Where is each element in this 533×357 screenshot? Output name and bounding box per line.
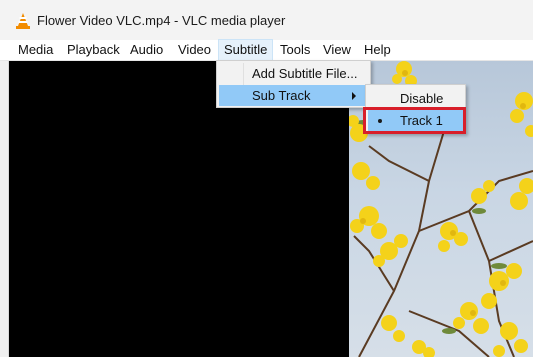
menu-item-add-subtitle-file[interactable]: Add Subtitle File...: [219, 63, 368, 84]
menu-tools[interactable]: Tools: [275, 40, 315, 60]
menu-item-sub-track[interactable]: Sub Track: [219, 85, 368, 106]
menu-audio[interactable]: Audio: [125, 40, 168, 60]
menu-bar: Media Playback Audio Video Subtitle Tool…: [0, 39, 533, 61]
window-left-edge: [0, 61, 9, 357]
menu-item-disable[interactable]: Disable: [368, 88, 463, 109]
menu-playback[interactable]: Playback: [62, 40, 125, 60]
vlc-cone-icon: [16, 13, 30, 29]
menu-view[interactable]: View: [318, 40, 356, 60]
menu-item-label: Sub Track: [252, 88, 311, 103]
menu-video[interactable]: Video: [173, 40, 216, 60]
window-title: Flower Video VLC.mp4 - VLC media player: [37, 13, 286, 28]
menu-media[interactable]: Media: [13, 40, 58, 60]
menu-subtitle[interactable]: Subtitle: [217, 39, 274, 61]
highlight-annotation-box: [363, 107, 466, 134]
chevron-right-icon: [352, 92, 356, 100]
menu-item-label: Disable: [400, 91, 444, 106]
menu-help[interactable]: Help: [359, 40, 396, 60]
subtitle-menu: Add Subtitle File... Sub Track: [216, 60, 371, 108]
title-bar: Flower Video VLC.mp4 - VLC media player: [0, 0, 533, 40]
menu-item-label: Add Subtitle File...: [252, 66, 358, 81]
